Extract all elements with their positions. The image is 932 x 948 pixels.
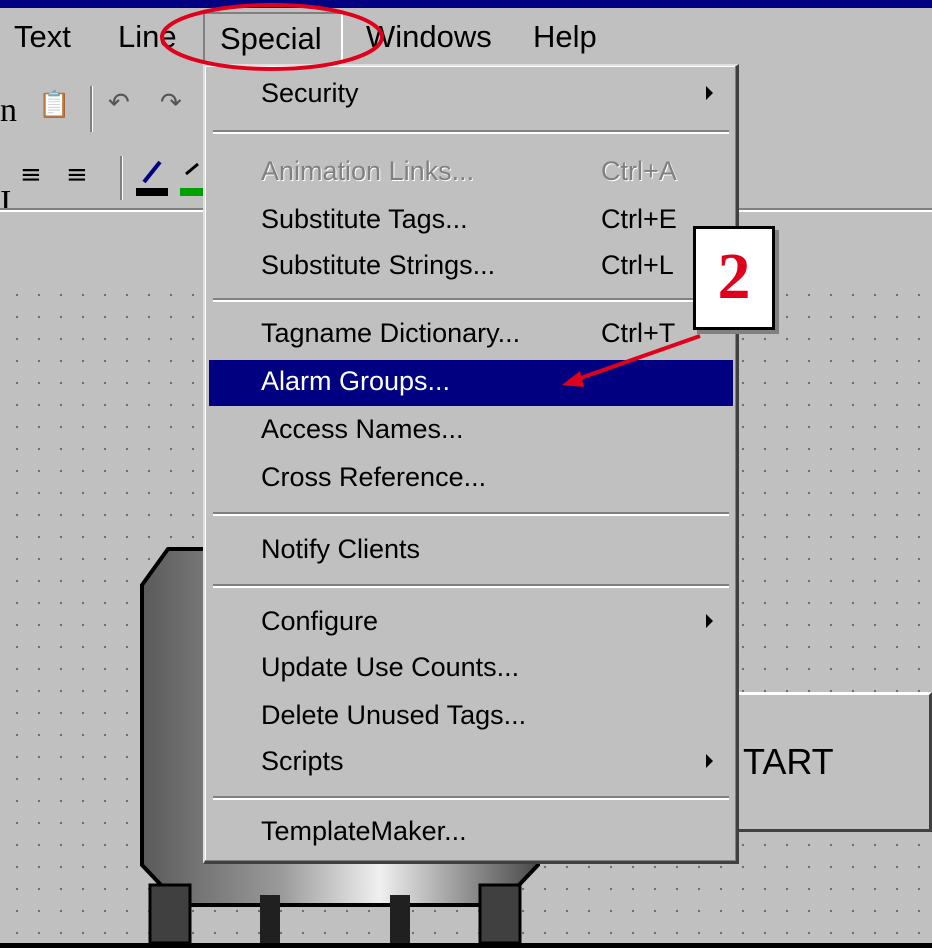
menu-item-label: Delete Unused Tags... <box>261 700 527 730</box>
menu-item-label: Configure <box>261 606 379 636</box>
menu-line[interactable]: Line <box>118 20 177 54</box>
menu-separator <box>213 584 729 588</box>
menu-item-update-use-counts[interactable]: Update Use Counts... <box>209 646 733 692</box>
align-center-icon[interactable]: ≡ <box>20 160 42 190</box>
menu-item-label: TemplateMaker... <box>261 816 467 846</box>
menu-windows[interactable]: Windows <box>366 20 492 54</box>
menu-separator <box>213 298 729 302</box>
menu-item-notify-clients[interactable]: Notify Clients <box>209 528 733 574</box>
undo-icon[interactable]: ↶ <box>108 88 130 118</box>
menu-item-shortcut: Ctrl+L <box>601 250 674 280</box>
menu-item-label: Animation Links... <box>261 156 475 186</box>
menu-item-security[interactable]: Security <box>209 72 733 118</box>
paste-icon[interactable]: 📋 <box>38 90 70 120</box>
menu-item-delete-unused-tags[interactable]: Delete Unused Tags... <box>209 694 733 740</box>
align-right-icon[interactable]: ≡ <box>66 160 88 190</box>
menu-item-label: Update Use Counts... <box>261 652 520 682</box>
special-dropdown-menu: Security Animation Links... Ctrl+A Subst… <box>203 64 739 864</box>
toolbar-separator <box>90 86 93 132</box>
submenu-arrow-icon <box>706 754 713 768</box>
menu-item-label: Alarm Groups... <box>261 366 451 396</box>
menu-item-label: Notify Clients <box>261 534 421 564</box>
menu-separator <box>213 796 729 800</box>
menu-item-animation-links: Animation Links... Ctrl+A <box>209 150 733 196</box>
submenu-arrow-icon <box>706 614 713 628</box>
menu-item-label: Access Names... <box>261 414 464 444</box>
menu-item-label: Security <box>261 78 359 108</box>
menu-item-cross-reference[interactable]: Cross Reference... <box>209 456 733 502</box>
menu-special[interactable]: Special <box>203 12 343 66</box>
menu-item-scripts[interactable]: Scripts <box>209 740 733 786</box>
menu-item-label: Cross Reference... <box>261 462 487 492</box>
menu-item-substitute-strings[interactable]: Substitute Strings... Ctrl+L <box>209 244 733 290</box>
menu-text[interactable]: Text <box>14 20 71 54</box>
menu-help[interactable]: Help <box>533 20 597 54</box>
menu-separator <box>213 512 729 516</box>
submenu-arrow-icon <box>706 86 713 100</box>
clipped-text-fragment: n <box>0 92 17 129</box>
step-callout: 2 <box>693 226 775 330</box>
menu-item-access-names[interactable]: Access Names... <box>209 408 733 454</box>
redo-icon[interactable]: ↷ <box>160 88 182 118</box>
menu-item-alarm-groups[interactable]: Alarm Groups... <box>209 360 733 406</box>
toolbar-separator <box>120 156 123 200</box>
menu-item-configure[interactable]: Configure <box>209 600 733 646</box>
menu-item-shortcut: Ctrl+A <box>601 156 677 186</box>
menu-separator <box>213 130 729 134</box>
menu-bar: Text Line Special Windows Help <box>0 8 932 70</box>
menu-item-templatemaker[interactable]: TemplateMaker... <box>209 810 733 856</box>
menu-item-tagname-dictionary[interactable]: Tagname Dictionary... Ctrl+T <box>209 312 733 358</box>
menu-item-label: Tagname Dictionary... <box>261 318 521 348</box>
menu-item-label: Substitute Strings... <box>261 250 496 280</box>
menu-item-shortcut: Ctrl+E <box>601 204 677 234</box>
menu-item-label: Substitute Tags... <box>261 204 468 234</box>
menu-item-substitute-tags[interactable]: Substitute Tags... Ctrl+E <box>209 198 733 244</box>
start-button[interactable]: TART <box>720 692 932 832</box>
menu-item-label: Scripts <box>261 746 344 776</box>
title-bar <box>0 0 932 8</box>
line-color-icon[interactable] <box>134 154 170 198</box>
menu-item-shortcut: Ctrl+T <box>601 318 676 348</box>
fill-color-icon[interactable] <box>180 154 204 198</box>
